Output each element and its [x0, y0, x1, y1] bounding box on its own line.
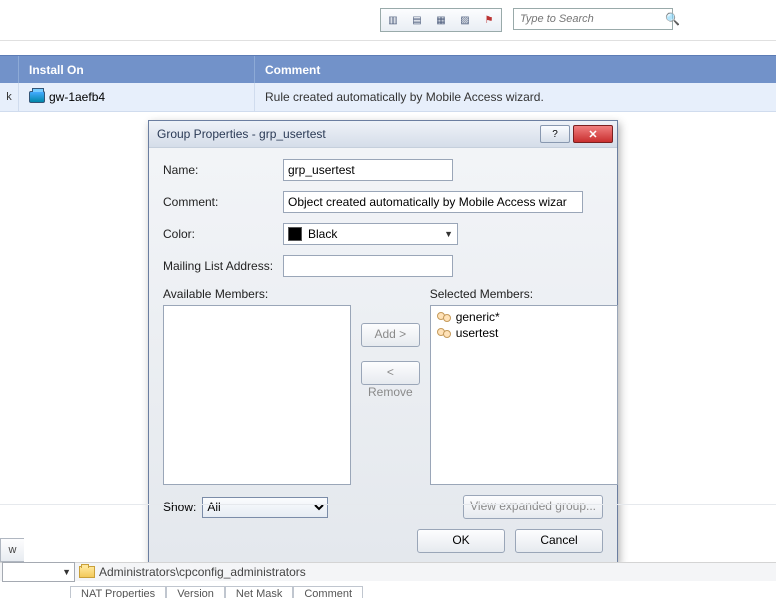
row-install-cell[interactable]: gw-1aefb4 [19, 83, 255, 111]
statusbar: ▼ Administrators\cpconfig_administrators [0, 562, 776, 581]
header-install-on[interactable]: Install On [19, 56, 255, 84]
color-label: Color: [163, 227, 283, 241]
list-item[interactable]: usertest [434, 325, 614, 341]
layout-icon-1[interactable]: ▥ [381, 9, 405, 31]
show-label: Show: [163, 500, 196, 514]
partial-tab[interactable]: w [0, 538, 24, 562]
color-swatch-black [288, 227, 302, 241]
cancel-button[interactable]: Cancel [515, 529, 603, 553]
group-properties-dialog: Group Properties - grp_usertest ? ✕ Name… [148, 120, 618, 564]
bottom-tab[interactable]: Net Mask [225, 586, 293, 598]
users-icon [436, 311, 452, 323]
selected-label: Selected Members: [430, 287, 618, 301]
layout-icon-2[interactable]: ▤ [405, 9, 429, 31]
divider-line [0, 504, 776, 505]
statusbar-breadcrumb[interactable]: Administrators\cpconfig_administrators [79, 565, 306, 579]
bottom-tab[interactable]: Comment [293, 586, 363, 598]
help-button[interactable]: ? [540, 125, 570, 143]
dialog-titlebar[interactable]: Group Properties - grp_usertest ? ✕ [149, 121, 617, 148]
list-item[interactable]: generic* [434, 309, 614, 325]
name-label: Name: [163, 163, 283, 177]
flag-icon[interactable]: ⚑ [477, 9, 501, 31]
statusbar-dropdown[interactable]: ▼ [2, 562, 75, 582]
header-checkbox-col [0, 56, 19, 84]
gateway-icon [29, 91, 45, 103]
comment-label: Comment: [163, 195, 283, 209]
ok-button[interactable]: OK [417, 529, 505, 553]
close-button[interactable]: ✕ [573, 125, 613, 143]
toolbar-icon-group: ▥ ▤ ▦ ▨ ⚑ [380, 8, 502, 32]
top-toolbar: ▥ ▤ ▦ ▨ ⚑ 🔍 [0, 0, 776, 41]
search-input[interactable] [518, 12, 665, 26]
color-select[interactable]: Black ▼ [283, 223, 458, 245]
search-icon: 🔍 [665, 12, 680, 26]
available-members-list[interactable] [163, 305, 351, 485]
rules-table-header: Install On Comment [0, 55, 776, 85]
folder-icon [79, 566, 95, 578]
comment-input[interactable] [283, 191, 583, 213]
layout-icon-4[interactable]: ▨ [453, 9, 477, 31]
show-select[interactable]: All [202, 497, 328, 518]
search-box[interactable]: 🔍 [513, 8, 673, 30]
row-checkbox-cell[interactable]: k [0, 83, 19, 111]
mailing-label: Mailing List Address: [163, 259, 283, 273]
table-row[interactable]: k gw-1aefb4 Rule created automatically b… [0, 83, 776, 112]
add-button[interactable]: Add > [361, 323, 420, 347]
breadcrumb-text: Administrators\cpconfig_administrators [99, 565, 306, 579]
mailing-input[interactable] [283, 255, 453, 277]
users-icon [436, 327, 452, 339]
header-comment[interactable]: Comment [255, 56, 776, 84]
bottom-tab[interactable]: Version [166, 586, 225, 598]
color-value: Black [308, 227, 438, 241]
view-expanded-button[interactable]: View expanded group... [463, 495, 603, 519]
remove-button[interactable]: < Remove [361, 361, 420, 385]
list-item-label: usertest [456, 326, 499, 340]
name-input[interactable] [283, 159, 453, 181]
layout-icon-3[interactable]: ▦ [429, 9, 453, 31]
selected-members-list[interactable]: generic* usertest [430, 305, 618, 485]
gateway-name: gw-1aefb4 [49, 90, 105, 104]
chevron-down-icon: ▼ [444, 229, 453, 239]
chevron-down-icon: ▼ [62, 567, 71, 577]
bottom-tab[interactable]: NAT Properties [70, 586, 166, 598]
row-comment-cell: Rule created automatically by Mobile Acc… [255, 90, 776, 104]
dialog-title: Group Properties - grp_usertest [157, 127, 537, 141]
available-label: Available Members: [163, 287, 351, 301]
bottom-tabs: NAT PropertiesVersionNet MaskComment [70, 586, 363, 598]
list-item-label: generic* [456, 310, 500, 324]
